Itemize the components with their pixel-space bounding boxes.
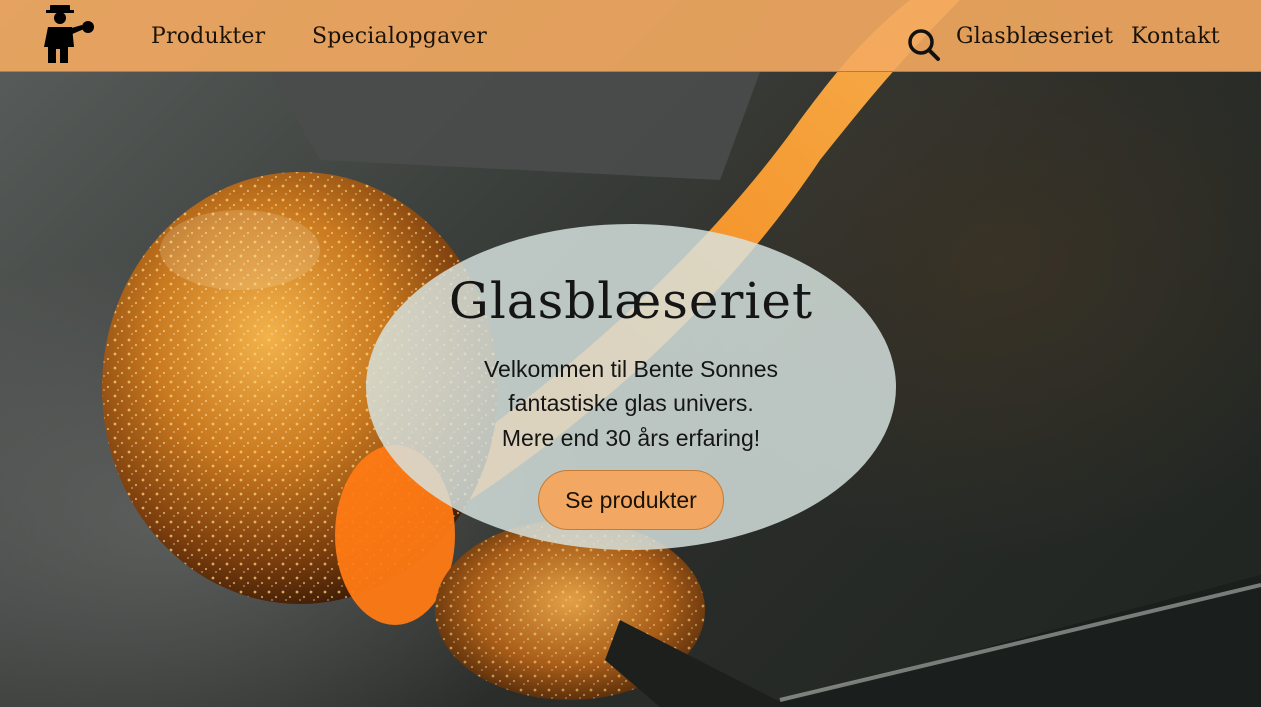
hero-title: Glasblæseriet bbox=[448, 272, 814, 330]
navbar: Produkter Specialopgaver Glasblæseriet K… bbox=[0, 0, 1261, 72]
hero-text-line: Mere end 30 års erfaring! bbox=[501, 425, 761, 451]
nav-link-specialopgaver[interactable]: Specialopgaver bbox=[312, 24, 487, 49]
se-produkter-button[interactable]: Se produkter bbox=[538, 470, 724, 530]
nav-link-kontakt[interactable]: Kontakt bbox=[1131, 24, 1220, 49]
glassblower-logo-icon[interactable] bbox=[38, 3, 96, 65]
hero-text-line: fantastiske glas univers. bbox=[508, 390, 754, 416]
page: Produkter Specialopgaver Glasblæseriet K… bbox=[0, 0, 1261, 707]
nav-link-produkter[interactable]: Produkter bbox=[151, 24, 265, 49]
nav-link-glasblaeseriet[interactable]: Glasblæseriet bbox=[956, 24, 1113, 49]
hero-text-line: Velkommen til Bente Sonnes bbox=[483, 356, 779, 382]
search-icon[interactable] bbox=[905, 26, 941, 62]
